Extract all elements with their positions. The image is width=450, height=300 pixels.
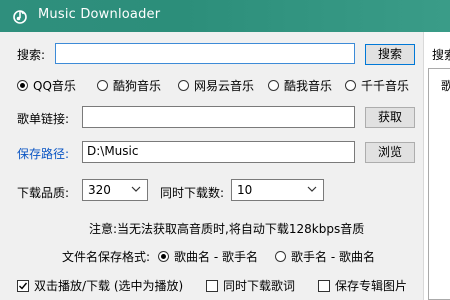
radio-dot: [17, 80, 28, 91]
radio-label: QQ音乐: [33, 79, 76, 93]
save-path-input[interactable]: D:\Music: [82, 141, 355, 163]
title-bar[interactable]: Music Downloader: [0, 0, 450, 32]
results-list-header: 歌: [441, 79, 450, 93]
chevron-down-icon: [131, 186, 141, 192]
search-button[interactable]: 搜索: [365, 44, 415, 65]
radio-label: 千千音乐: [361, 79, 410, 93]
quality-value: 320: [88, 183, 111, 197]
side-tab-search[interactable]: 搜索: [432, 46, 450, 63]
checkbox-box: [206, 280, 218, 292]
music-note-icon: [13, 10, 27, 24]
double-click-play-checkbox[interactable]: 双击播放/下载 (选中为播放): [17, 277, 183, 294]
save-album-art-checkbox[interactable]: 保存专辑图片: [318, 277, 407, 294]
checkbox-label: 同时下载歌词: [223, 279, 296, 293]
radio-dot: [158, 251, 169, 262]
quality-select[interactable]: 320: [82, 179, 148, 201]
radio-artist-song[interactable]: 歌手名 - 歌曲名: [275, 248, 375, 265]
radio-label: 酷我音乐: [284, 79, 333, 93]
window-title: Music Downloader: [38, 7, 161, 22]
radio-kugou-music[interactable]: 酷狗音乐: [97, 77, 161, 94]
checkbox-box: [318, 280, 330, 292]
chevron-down-icon: [307, 186, 317, 192]
results-side-panel: 搜索 歌: [423, 32, 450, 300]
filename-format-label: 文件名保存格式:: [62, 250, 151, 264]
playlist-url-input[interactable]: [82, 106, 355, 128]
quality-note: 注意:当无法获取高音质时,将自动下载128kbps音质: [89, 222, 365, 236]
results-list[interactable]: 歌: [428, 68, 450, 300]
browse-button[interactable]: 浏览: [365, 142, 415, 163]
concurrent-label: 同时下载数:: [160, 186, 225, 200]
checkmark-icon: [19, 282, 28, 290]
concurrent-select[interactable]: 10: [231, 179, 324, 201]
radio-song-artist[interactable]: 歌曲名 - 歌手名: [158, 248, 258, 265]
radio-dot: [345, 80, 356, 91]
radio-qq-music[interactable]: QQ音乐: [17, 77, 76, 94]
radio-label: 酷狗音乐: [113, 79, 162, 93]
playlist-label: 歌单链接:: [17, 112, 70, 126]
search-label: 搜索:: [17, 48, 46, 62]
quality-label: 下载品质:: [17, 186, 70, 200]
radio-dot: [178, 80, 189, 91]
search-input[interactable]: [55, 43, 355, 64]
save-path-label[interactable]: 保存路径:: [17, 145, 69, 162]
checkbox-label: 保存专辑图片: [335, 279, 408, 293]
radio-dot: [268, 80, 279, 91]
radio-kuwo-music[interactable]: 酷我音乐: [268, 77, 332, 94]
concurrent-value: 10: [237, 183, 253, 197]
checkbox-label: 双击播放/下载 (选中为播放): [34, 279, 184, 293]
radio-label: 网易云音乐: [194, 79, 255, 93]
radio-netease-music[interactable]: 网易云音乐: [178, 77, 254, 94]
radio-label: 歌曲名 - 歌手名: [174, 250, 258, 264]
download-lyrics-checkbox[interactable]: 同时下载歌词: [206, 277, 295, 294]
fetch-button[interactable]: 获取: [365, 107, 415, 128]
radio-label: 歌手名 - 歌曲名: [291, 250, 375, 264]
checkbox-box: [17, 280, 29, 292]
radio-dot: [97, 80, 108, 91]
radio-dot: [275, 251, 286, 262]
radio-qianqian-music[interactable]: 千千音乐: [345, 77, 409, 94]
